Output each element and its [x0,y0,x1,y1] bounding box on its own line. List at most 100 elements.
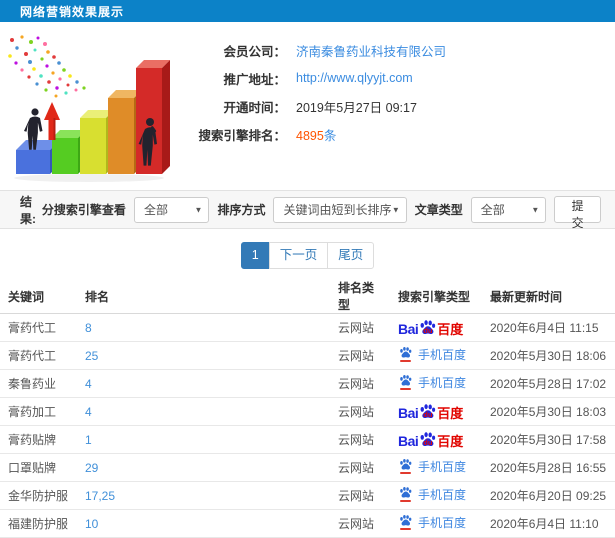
page-header: 网络营销效果展示 [0,0,615,22]
mobile-baidu-label: 手机百度 [418,459,467,474]
info-row-company: 会员公司： 济南秦鲁药业科技有限公司 [178,36,615,64]
filter-bar: 结果: 分搜索引擎查看 全部 ▼ 排序方式 关键词由短到长排序 ▼ 文章类型 全… [0,190,615,230]
submit-button[interactable]: 提交 [554,196,601,230]
updated-cell: 2020年5月30日 17:58 [482,425,615,454]
mobile-baidu-badge: 手机百度 [398,514,466,531]
opened-value: 2019年5月27日 09:17 [296,100,417,115]
updated-text: 2020年5月28日 16:55 [490,461,607,475]
rank-link[interactable]: 17,25 [85,489,115,503]
mobile-baidu-label: 手机百度 [418,375,467,390]
page-1-button[interactable]: 1 [240,242,270,269]
updated-text: 2020年5月30日 17:58 [490,433,607,447]
updated-text: 2020年6月4日 11:15 [490,321,599,335]
header-keyword: 关键词 [0,279,77,314]
engine-filter-select[interactable]: 全部 ▼ [133,196,210,223]
baidu-logo: Bai du 百度 [398,403,463,420]
sort-select[interactable]: 关键词由短到长排序 ▼ [273,196,407,223]
updated-cell: 2020年5月30日 18:06 [482,341,615,370]
keyword-text: 膏药代工 [8,349,57,363]
keyword-cell: 膏药代工 [0,313,77,342]
baidu-cn-text: 百度 [437,321,464,337]
keyword-cell: 福建防护服 [0,509,77,538]
rank-link[interactable]: 1 [85,433,92,447]
engine-cell: Bai du 百度 [390,425,482,454]
hero-section: 会员公司： 济南秦鲁药业科技有限公司 推广地址： http://www.qlyy… [0,22,615,190]
confetti-dots [8,35,86,98]
company-link[interactable]: 济南秦鲁药业科技有限公司 [296,41,446,60]
baidu-du-text: du [423,438,433,447]
keyword-cell: 膏药加工 [0,397,77,426]
rank-type-text: 云网站 [338,377,375,391]
next-page-button[interactable]: 下一页 [268,242,329,269]
keyword-cell: 金华防护服 [0,481,77,510]
baidu-bai-text: Bai [398,320,419,337]
updated-cell: 2020年5月28日 16:55 [482,453,615,482]
mobile-baidu-red-bar [400,528,411,531]
caret-down-icon: ▼ [391,205,400,214]
updated-cell: 2020年6月4日 11:15 [482,313,615,342]
info-row-rank-count: 搜索引擎排名： 4895条 [178,120,615,148]
bar-red [136,60,170,174]
rank-link[interactable]: 4 [85,405,92,419]
rank-link[interactable]: 29 [85,461,98,475]
mobile-baidu-paw-icon [398,346,413,363]
header-updated: 最新更新时间 [482,279,615,314]
keyword-cell: 秦鲁药业 [0,369,77,398]
info-row-url: 推广地址： http://www.qlyyjt.com [178,64,615,92]
engine-cell: 手机百度 [390,509,482,538]
rank-type-cell: 云网站 [330,341,390,370]
rank-type-text: 云网站 [338,405,375,419]
keyword-text: 秦鲁药业 [8,377,57,391]
table-row: 福建防护服 10 云网站 手机百度 2020年6月4日 11:10 [0,509,615,538]
updated-cell: 2020年5月30日 18:03 [482,397,615,426]
results-section-label: 结果: [20,194,36,226]
table-row: 秦鲁药业 4 云网站 手机百度 2020年5月28日 17:02 [0,369,615,398]
rank-count-number: 4895 [296,128,324,143]
engine-cell: 手机百度 [390,453,482,482]
keyword-text: 膏药贴牌 [8,433,57,447]
mobile-baidu-badge: 手机百度 [398,458,466,475]
company-label: 会员公司： [223,44,286,59]
sort-label: 排序方式 [217,203,266,217]
keyword-cell: 口罩贴牌 [0,453,77,482]
baidu-du-text: du [423,410,433,419]
mobile-baidu-red-bar [400,500,411,503]
rank-type-cell: 云网站 [330,369,390,398]
article-type-select[interactable]: 全部 ▼ [470,196,547,223]
table-row: 口罩贴牌 29 云网站 手机百度 2020年5月28日 16:55 [0,453,615,482]
rank-link[interactable]: 4 [85,377,92,391]
caret-down-icon: ▼ [194,205,203,214]
keyword-text: 金华防护服 [8,489,69,503]
rank-type-cell: 云网站 [330,453,390,482]
keyword-text: 口罩贴牌 [8,461,57,475]
keyword-cell: 膏药代工 [0,341,77,370]
updated-text: 2020年5月28日 17:02 [490,377,607,391]
engine-cell: 手机百度 [390,369,482,398]
rank-type-text: 云网站 [338,349,375,363]
baidu-paw-icon: du [419,431,436,448]
rank-count-label: 搜索引擎排名： [198,128,286,143]
mobile-baidu-label: 手机百度 [418,515,467,530]
engine-cell: 手机百度 [390,481,482,510]
rank-type-cell: 云网站 [330,425,390,454]
promo-url-link[interactable]: http://www.qlyyjt.com [296,71,413,85]
engine-filter-value: 全部 [143,203,168,217]
rank-link[interactable]: 25 [85,349,98,363]
table-header-row: 关键词 排名 排名类型 搜索引擎类型 最新更新时间 [0,279,615,314]
caret-down-icon: ▼ [531,205,540,214]
rank-link[interactable]: 10 [85,517,98,531]
updated-text: 2020年5月30日 18:03 [490,405,607,419]
header-rank: 排名 [77,279,330,314]
table-row: 膏药贴牌 1 云网站 Bai du 百度 2020年5月30日 17:58 [0,425,615,454]
baidu-cn-text: 百度 [437,433,464,449]
rank-cell: 25 [77,341,330,370]
rank-cell: 4 [77,369,330,398]
last-page-button[interactable]: 尾页 [327,242,375,269]
baidu-cn-text: 百度 [437,405,464,421]
bar-chart-graphic [8,35,170,182]
rank-link[interactable]: 8 [85,321,92,335]
baidu-bai-text: Bai [398,432,419,449]
member-info-panel: 会员公司： 济南秦鲁药业科技有限公司 推广地址： http://www.qlyy… [178,22,615,190]
rank-cell: 1 [77,425,330,454]
engine-cell: Bai du 百度 [390,397,482,426]
